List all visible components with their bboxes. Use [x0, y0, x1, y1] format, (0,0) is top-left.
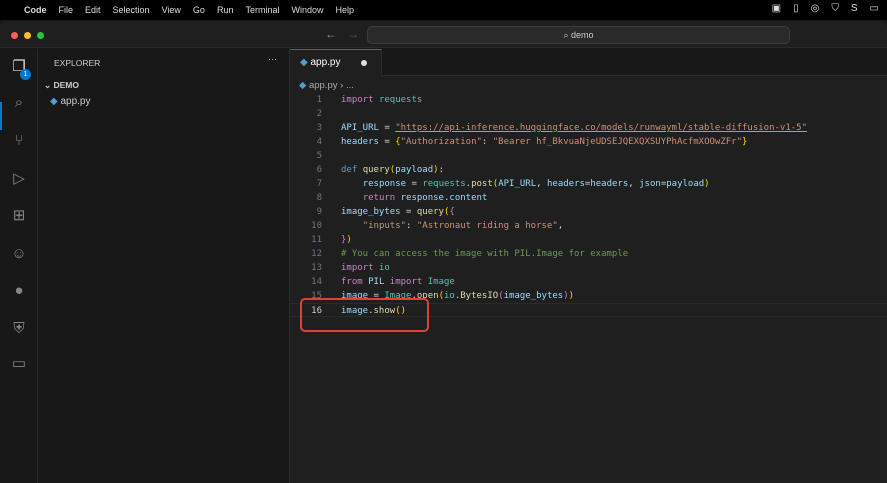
s-icon[interactable]: S — [851, 3, 858, 14]
file-app-py[interactable]: ◆ app.py — [50, 96, 91, 107]
more-actions-button[interactable]: ··· — [268, 54, 277, 64]
tray-icon[interactable]: ▯ — [793, 3, 799, 14]
breadcrumb-file[interactable]: app.py — [309, 80, 338, 91]
extensions-icon[interactable]: ⊞ — [9, 206, 29, 226]
line-number: 13 — [311, 263, 322, 273]
command-center-search[interactable]: ⌕ demo — [367, 26, 790, 44]
menu-edit[interactable]: Edit — [85, 5, 101, 15]
docker-icon[interactable]: ⛨ — [9, 319, 29, 339]
code-text[interactable]: image_bytes = query({ — [341, 205, 455, 219]
menu-app[interactable]: Code — [24, 5, 47, 15]
code-text[interactable]: API_URL = "https://api-inference.hugging… — [341, 121, 807, 135]
code-text[interactable]: import io — [341, 261, 390, 275]
menu-selection[interactable]: Selection — [113, 5, 150, 15]
code-line[interactable]: 1 import requests — [290, 93, 887, 107]
creative-cloud-icon[interactable]: ◎ — [811, 3, 820, 14]
code-line[interactable]: 11}) — [290, 233, 887, 247]
code-text[interactable]: return response.content — [341, 191, 488, 205]
menu-run[interactable]: Run — [217, 5, 234, 15]
line-number: 14 — [311, 277, 322, 287]
line-number: 4 — [316, 137, 322, 147]
code-line[interactable]: 10 "inputs": "Astronaut riding a horse", — [290, 219, 887, 233]
line-number: 10 — [311, 221, 322, 231]
search-icon[interactable]: ⌕ — [9, 93, 29, 113]
python-file-icon: ◆ — [299, 80, 309, 91]
minimize-window-button[interactable] — [24, 32, 31, 39]
code-text[interactable]: response = requests.post(API_URL, header… — [341, 177, 710, 191]
code-line[interactable]: 6 def query(payload): — [290, 163, 887, 177]
line-number: 5 — [316, 151, 322, 161]
file-label: app.py — [60, 96, 91, 107]
line-number: 8 — [316, 193, 322, 203]
code-text[interactable]: # You can access the image with PIL.Imag… — [341, 247, 628, 261]
line-number: 12 — [311, 249, 322, 259]
menu-terminal[interactable]: Terminal — [245, 5, 279, 15]
code-line[interactable]: 3 API_URL = "https://api-inference.huggin… — [290, 121, 887, 135]
line-number: 9 — [316, 207, 322, 217]
code-editor[interactable]: ◆ app.py › ... 1 import requests 2 3 API_URL… — [290, 76, 887, 483]
source-control-icon[interactable]: ⑂ — [9, 131, 29, 151]
screen-record-icon[interactable]: ▣ — [772, 3, 781, 14]
search-icon: ⌕ — [563, 30, 572, 40]
code-lines[interactable]: 1 import requests 2 3 API_URL = "https://api… — [290, 93, 887, 317]
status-tray: ▣ ▯ ◎ ⛉ S ▭ — [772, 3, 879, 14]
copilot-icon[interactable]: ☺ — [9, 244, 29, 264]
breadcrumb-symbol[interactable]: ... — [346, 80, 354, 91]
display-icon[interactable]: ▭ — [870, 3, 879, 14]
code-line[interactable]: 7 response = requests.post(API_URL, head… — [290, 177, 887, 191]
menu-window[interactable]: Window — [291, 5, 323, 15]
line-number: 11 — [311, 235, 322, 245]
code-line[interactable]: 8 return response.content — [290, 191, 887, 205]
shield-icon[interactable]: ⛉ — [831, 3, 839, 14]
tab-app-py[interactable]: ◆ app.py — [290, 49, 382, 76]
code-text[interactable]: }) — [341, 233, 352, 247]
code-text[interactable]: import requests — [341, 93, 422, 107]
remote-explorer-icon[interactable]: ▭ — [9, 354, 29, 374]
search-label: demo — [571, 30, 594, 40]
github-icon[interactable]: ● — [9, 281, 29, 301]
unsaved-dot-icon[interactable] — [361, 60, 367, 66]
close-window-button[interactable] — [11, 32, 18, 39]
sidebar-title: EXPLORER — [54, 58, 101, 68]
highlight-annotation-box — [300, 298, 429, 332]
code-line[interactable]: 13 import io — [290, 261, 887, 275]
code-text[interactable]: from PIL import Image — [341, 275, 455, 289]
mac-menubar: Code File Edit Selection View Go Run Ter… — [0, 0, 887, 20]
folder-label: DEMO — [53, 80, 79, 90]
code-line[interactable]: 4 headers = {"Authorization": "Bearer hf_… — [290, 135, 887, 149]
code-line[interactable]: 9 image_bytes = query({ — [290, 205, 887, 219]
back-arrow-icon[interactable]: ← — [325, 27, 337, 41]
tab-label: app.py — [310, 57, 341, 68]
line-number: 3 — [316, 123, 322, 133]
code-line[interactable]: 2 — [290, 107, 887, 121]
active-indicator — [0, 102, 2, 130]
menu-file[interactable]: File — [59, 5, 74, 15]
line-number: 2 — [316, 109, 322, 119]
breadcrumb: ◆ app.py › ... — [299, 80, 354, 91]
code-text[interactable]: "inputs": "Astronaut riding a horse", — [341, 219, 564, 233]
python-file-icon: ◆ — [50, 96, 61, 107]
python-file-icon: ◆ — [300, 57, 311, 68]
run-debug-icon[interactable]: ▷ — [9, 169, 29, 189]
maximize-window-button[interactable] — [37, 32, 44, 39]
line-number: 7 — [316, 179, 322, 189]
menu-help[interactable]: Help — [335, 5, 354, 15]
line-number: 6 — [316, 165, 322, 175]
explorer-badge: 1 — [20, 69, 31, 80]
code-line[interactable]: 5 — [290, 149, 887, 163]
menu-view[interactable]: View — [162, 5, 181, 15]
forward-arrow-icon[interactable]: → — [347, 27, 359, 41]
explorer-sidebar: EXPLORER ··· ⌄ DEMO ◆ app.py — [38, 49, 290, 483]
code-line[interactable]: 12 # You can access the image with PIL.Im… — [290, 247, 887, 261]
code-line[interactable]: 14 from PIL import Image — [290, 275, 887, 289]
menu-go[interactable]: Go — [193, 5, 205, 15]
editor-tabs: ◆ app.py — [290, 49, 887, 76]
folder-demo[interactable]: ⌄ DEMO — [44, 80, 79, 91]
code-text[interactable]: headers = {"Authorization": "Bearer hf_B… — [341, 135, 747, 149]
activity-bar: ❐ 1 ⌕ ⑂ ▷ ⊞ ☺ ● ⛨ ▭ — [0, 49, 38, 483]
code-text[interactable]: def query(payload): — [341, 163, 444, 177]
title-bar: ← → ⌕ demo — [0, 21, 887, 48]
line-number: 1 — [316, 95, 322, 105]
